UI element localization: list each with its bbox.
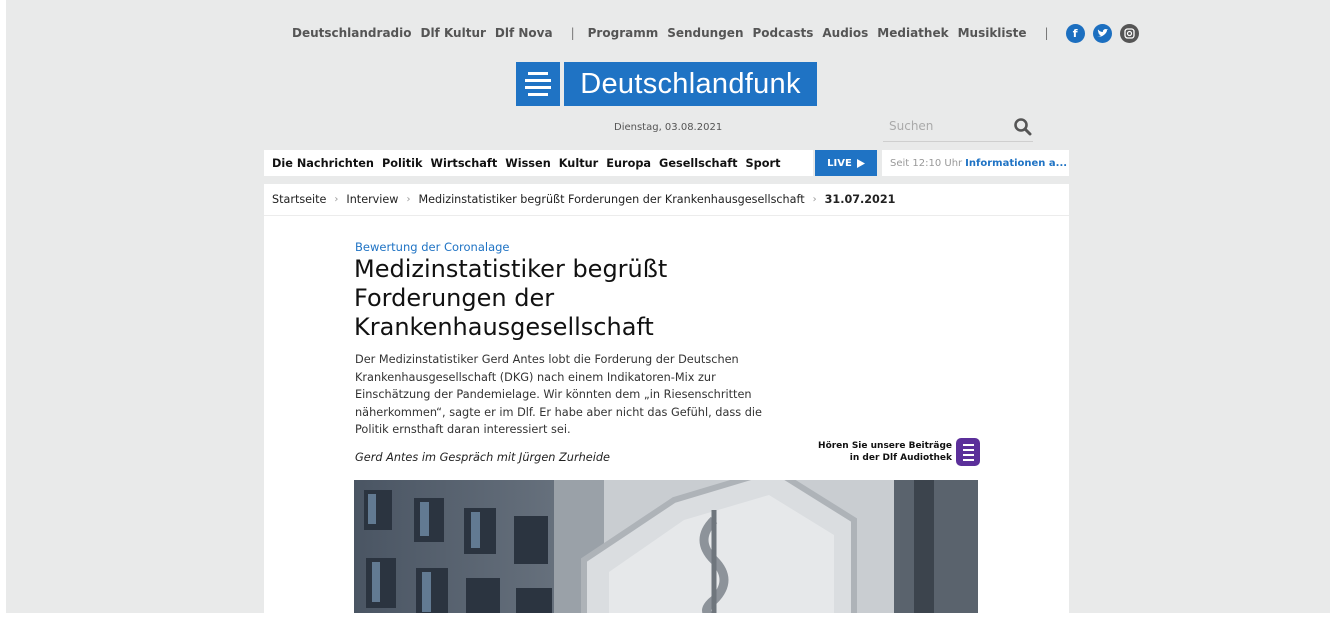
breadcrumb-article[interactable]: Medizinstatistiker begrüßt Forderungen d… [418, 193, 804, 206]
search-box [883, 115, 1033, 142]
breadcrumb-interview[interactable]: Interview [346, 193, 398, 206]
nav-item-wirtschaft[interactable]: Wirtschaft [431, 157, 498, 170]
live-label: LIVE [827, 157, 852, 169]
link-sendungen[interactable]: Sendungen [667, 26, 743, 40]
nav-item-gesellschaft[interactable]: Gesellschaft [659, 157, 737, 170]
logo-wordmark: Deutschlandfunk [564, 62, 817, 106]
link-dlf-nova[interactable]: Dlf Nova [495, 26, 553, 40]
main-navigation: Die Nachrichten Politik Wirtschaft Wisse… [264, 150, 813, 176]
nav-item-nachrichten[interactable]: Die Nachrichten [272, 157, 374, 170]
link-musikliste[interactable]: Musikliste [958, 26, 1027, 40]
live-ticker[interactable]: Seit 12:10 Uhr Informationen a... [882, 150, 1069, 176]
chevron-right-icon: › [812, 194, 817, 205]
ticker-time: Seit 12:10 Uhr [890, 157, 963, 169]
separator: | [570, 26, 575, 40]
nav-item-europa[interactable]: Europa [606, 157, 651, 170]
audiothek-text: Hören Sie unsere Beiträge in der Dlf Aud… [818, 440, 952, 464]
live-button[interactable]: LIVE [815, 150, 877, 176]
breadcrumb-home[interactable]: Startseite [272, 193, 326, 206]
audiothek-app-icon [956, 438, 980, 466]
site-logo[interactable]: Deutschlandfunk [516, 62, 817, 106]
nav-item-wissen[interactable]: Wissen [505, 157, 551, 170]
current-date: Dienstag, 03.08.2021 [614, 122, 723, 133]
service-bar: Deutschlandradio Dlf Kultur Dlf Nova | P… [292, 22, 1147, 44]
search-icon[interactable] [1013, 117, 1033, 137]
nav-item-sport[interactable]: Sport [746, 157, 781, 170]
link-audios[interactable]: Audios [822, 26, 868, 40]
audiothek-line2: in der Dlf Audiothek [849, 453, 952, 463]
link-podcasts[interactable]: Podcasts [753, 26, 814, 40]
chevron-right-icon: › [334, 194, 339, 205]
nav-item-kultur[interactable]: Kultur [559, 157, 598, 170]
article-headline: Medizinstatistiker begrüßt Forderungen d… [354, 255, 668, 341]
facebook-icon[interactable]: f [1065, 23, 1085, 43]
breadcrumb: Startseite › Interview › Medizinstatisti… [264, 184, 1069, 216]
search-input[interactable] [883, 115, 1005, 137]
separator: | [1044, 26, 1049, 40]
ticker-title: Informationen a... [965, 157, 1068, 169]
social-links: f [1065, 23, 1147, 43]
link-mediathek[interactable]: Mediathek [877, 26, 948, 40]
nav-item-politik[interactable]: Politik [382, 157, 423, 170]
article-image[interactable] [354, 480, 978, 618]
article-kicker: Bewertung der Coronalage [355, 240, 510, 254]
audiothek-line1: Hören Sie unsere Beiträge [818, 441, 952, 451]
audiothek-promo[interactable]: Hören Sie unsere Beiträge in der Dlf Aud… [817, 437, 980, 467]
logo-mark-icon [516, 62, 560, 106]
page: Deutschlandradio Dlf Kultur Dlf Nova | P… [0, 0, 1330, 618]
twitter-icon[interactable] [1092, 23, 1112, 43]
chevron-right-icon: › [406, 194, 411, 205]
link-deutschlandradio[interactable]: Deutschlandradio [292, 26, 411, 40]
article-author: Gerd Antes im Gespräch mit Jürgen Zurhei… [355, 451, 610, 464]
link-dlf-kultur[interactable]: Dlf Kultur [420, 26, 485, 40]
instagram-icon[interactable] [1119, 23, 1139, 43]
link-programm[interactable]: Programm [588, 26, 659, 40]
article-teaser: Der Medizinstatistiker Gerd Antes lobt d… [355, 353, 763, 436]
play-icon [856, 158, 865, 168]
window-edge-left [0, 0, 6, 618]
window-edge-bottom [0, 613, 1330, 618]
article-card: Startseite › Interview › Medizinstatisti… [264, 184, 1069, 618]
breadcrumb-date: 31.07.2021 [824, 193, 896, 206]
